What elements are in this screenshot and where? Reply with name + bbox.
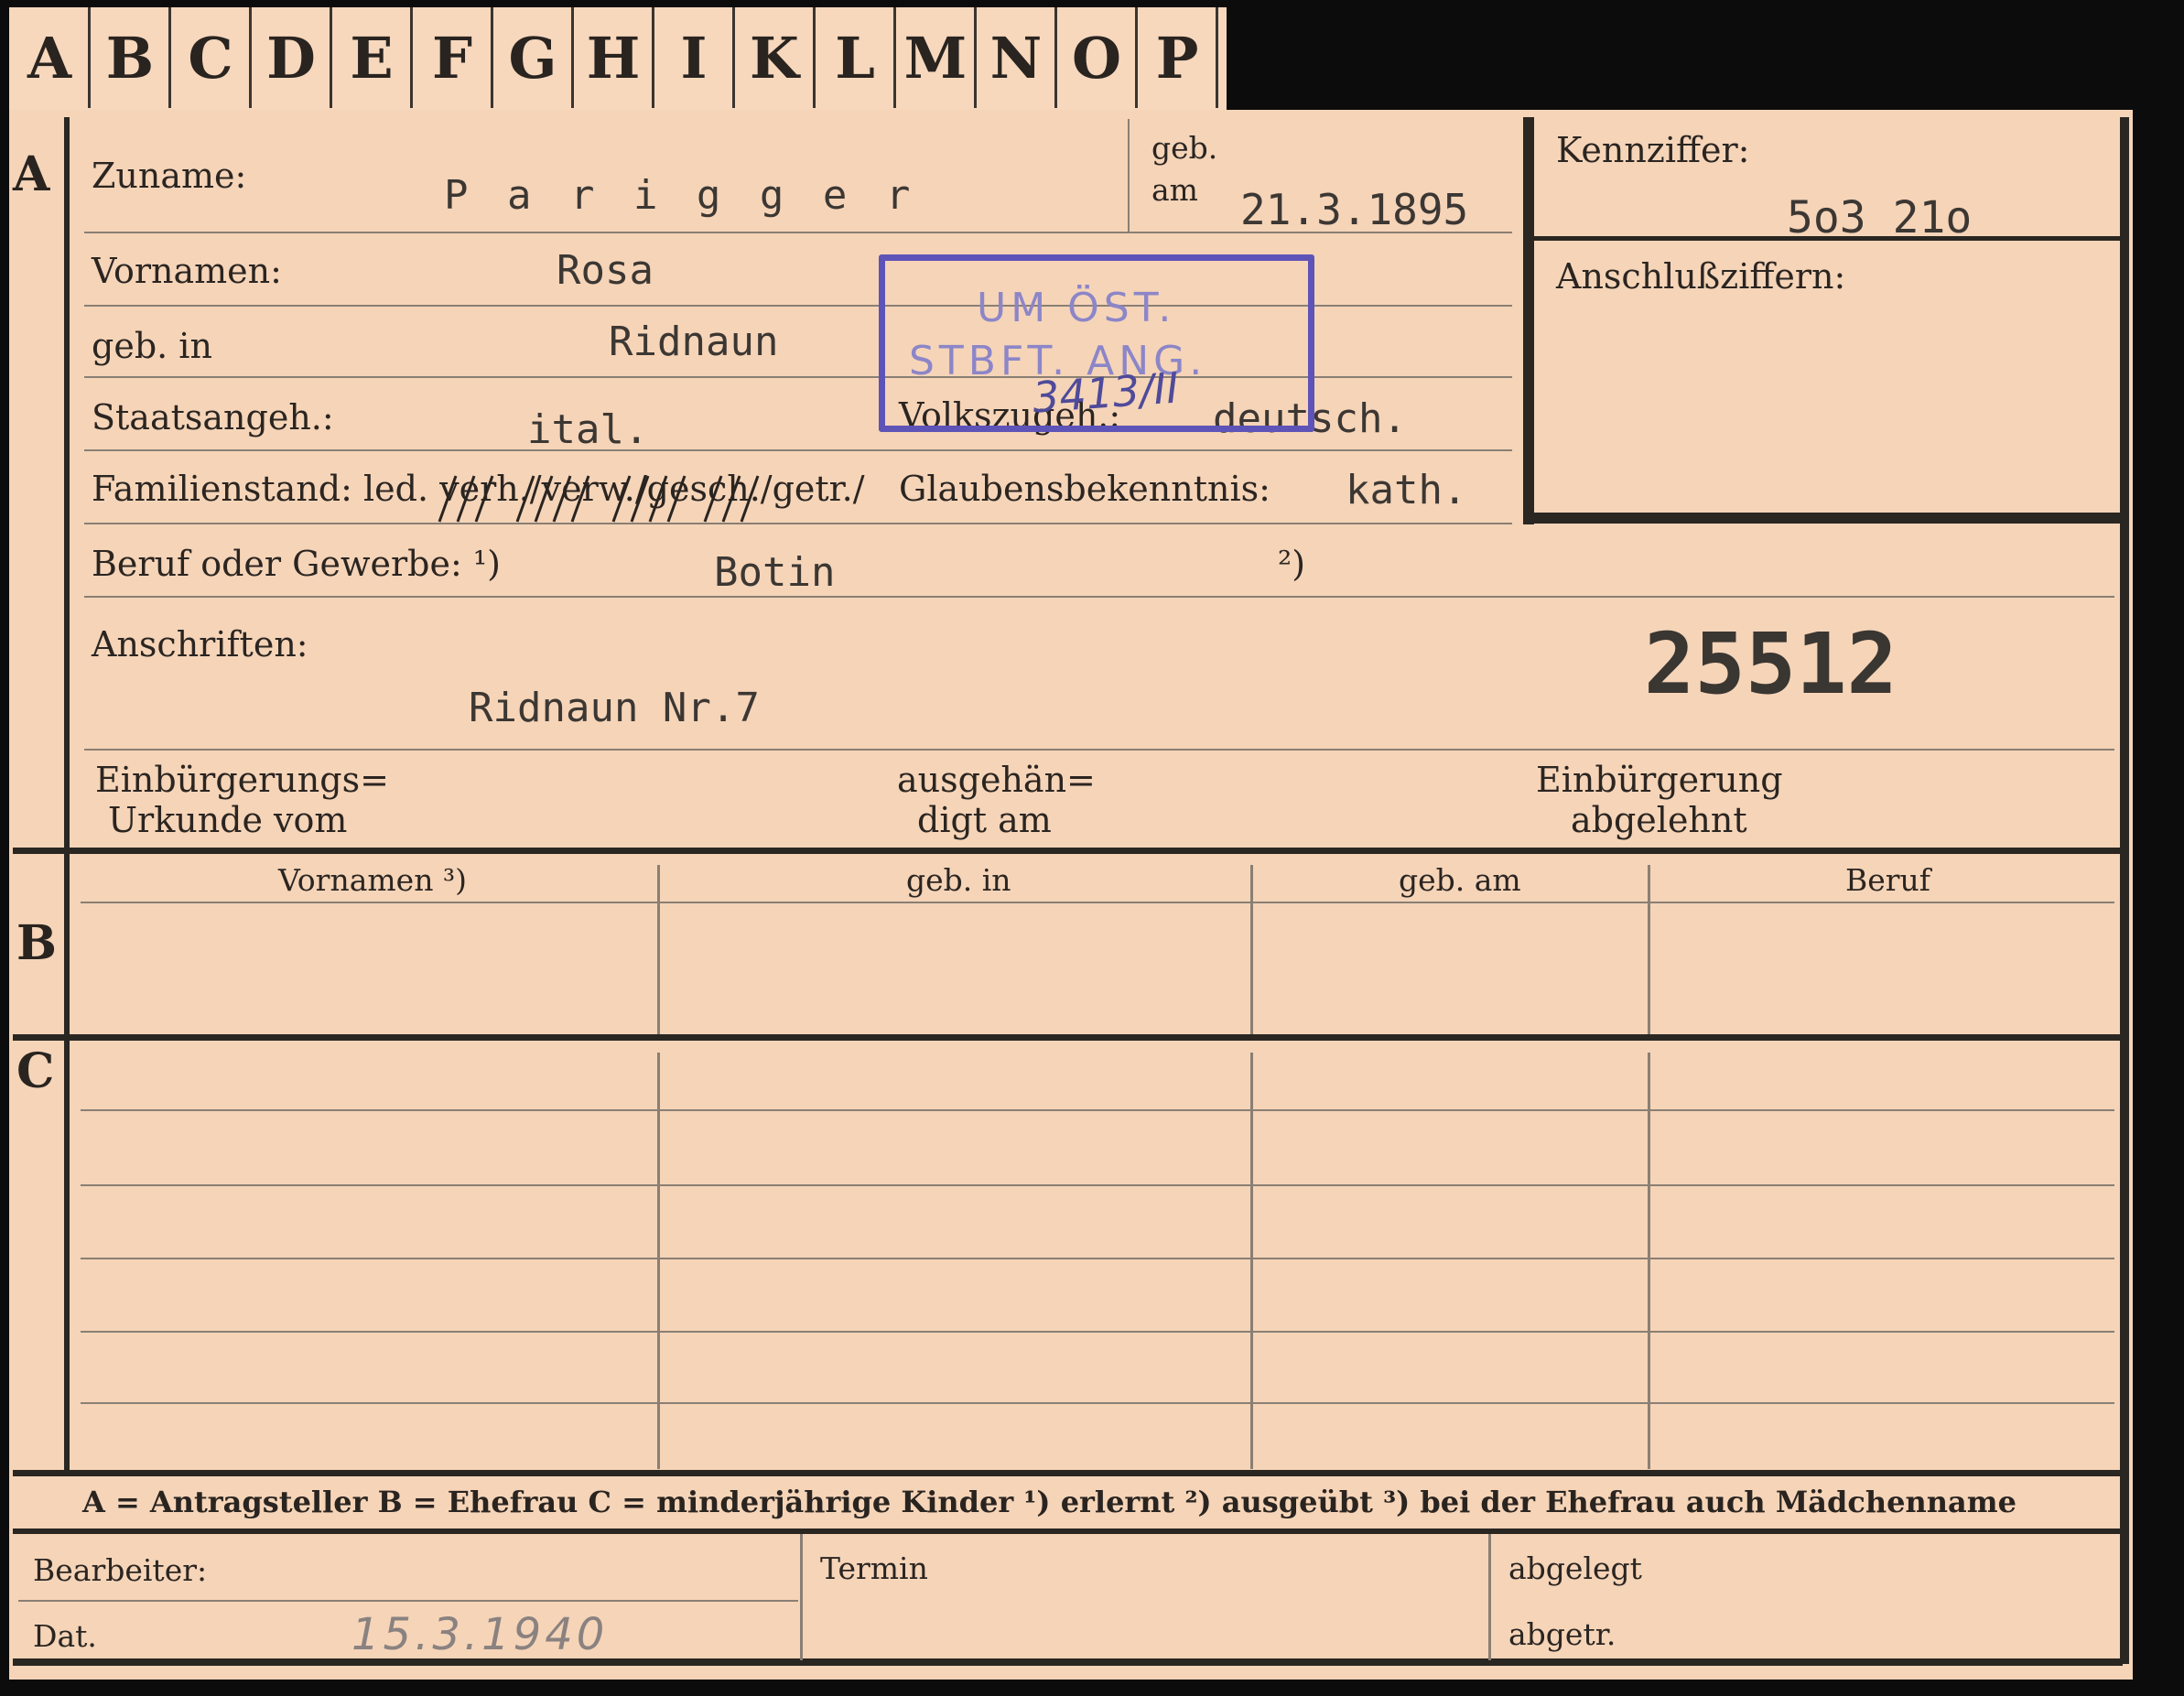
handed-over-label-2: digt am (917, 800, 1052, 840)
removed-label: abgetr. (1508, 1616, 1616, 1652)
birth-am-label: am (1151, 172, 1198, 208)
surname-label: Zuname: (92, 156, 247, 196)
section-c-marker: C (16, 1043, 55, 1099)
occupation-label: Beruf oder Gewerbe: ¹) (92, 544, 501, 584)
rule (657, 865, 660, 1034)
first-names-value: Rosa (557, 247, 654, 294)
left-margin-rule (64, 117, 70, 1472)
tab-h[interactable]: H (575, 7, 654, 108)
rule (81, 1184, 2114, 1186)
section-b-marker: B (16, 915, 57, 971)
address-value: Ridnaun Nr.7 (469, 685, 760, 731)
date-value: 15.3.1940 (351, 1609, 609, 1660)
tab-f[interactable]: F (414, 7, 493, 108)
stamp-annotation: 3413/II (1031, 362, 1181, 423)
tab-l[interactable]: L (816, 7, 896, 108)
tab-b[interactable]: B (92, 7, 171, 108)
addresses-label: Anschriften: (92, 624, 308, 664)
religion-label: Glaubensbekenntnis: (899, 469, 1270, 509)
kennziffer-value: 5o3 21o (1787, 192, 1973, 243)
kennziffer-label: Kennziffer: (1556, 130, 1750, 170)
rule (81, 902, 2114, 903)
naturalization-refused-label-1: Einbürgerung (1536, 760, 1783, 800)
kennziffer-box-left (1523, 117, 1534, 524)
handed-over-label-1: ausgehän= (897, 760, 1096, 800)
rule (18, 1600, 798, 1602)
tab-k[interactable]: K (736, 7, 816, 108)
tab-d[interactable]: D (253, 7, 332, 108)
naturalization-certificate-label-1: Einbürgerungs= (95, 760, 389, 800)
occupation-value: Botin (714, 549, 836, 596)
section-c-bottom-rule (13, 1470, 2123, 1476)
rule (81, 1258, 2114, 1259)
rule (81, 1109, 2114, 1111)
tab-n[interactable]: N (978, 7, 1057, 108)
rule (1250, 1053, 1253, 1469)
file-number: 25512 (1644, 615, 1897, 713)
kennziffer-box-bottom (1523, 513, 2120, 524)
rule (84, 749, 2114, 751)
religion-value: kath. (1346, 467, 1467, 513)
footnote-2-marker: ²) (1278, 544, 1306, 584)
rule (1250, 865, 1253, 1034)
rule (81, 1402, 2114, 1404)
rule (81, 1331, 2114, 1333)
rule (1128, 119, 1130, 232)
legend-bottom-rule (13, 1529, 2123, 1534)
naturalization-refused-label-2: abgelehnt (1571, 800, 1747, 840)
rule (1488, 1534, 1491, 1660)
first-names-label: Vornamen: (92, 251, 282, 291)
tab-a[interactable]: A (11, 7, 91, 108)
birthplace-value: Ridnaun (609, 319, 779, 365)
naturalization-certificate-label-2: Urkunde vom (108, 800, 348, 840)
rule (84, 596, 2114, 598)
stamp-line-1: UM ÖST. (977, 285, 1176, 331)
tab-g[interactable]: G (494, 7, 574, 108)
rule (1648, 1053, 1650, 1469)
tab-p[interactable]: P (1139, 7, 1218, 108)
col-header-birthplace: geb. in (906, 862, 1011, 898)
col-header-birth-date: geb. am (1399, 862, 1521, 898)
rule (657, 1053, 660, 1469)
anschlussziffern-label: Anschlußziffern: (1556, 256, 1846, 297)
section-a-marker: A (13, 146, 50, 202)
legend: A = Antragsteller B = Ehefrau C = minder… (82, 1485, 2016, 1519)
tab-i[interactable]: I (655, 7, 735, 108)
filed-label: abgelegt (1508, 1550, 1642, 1586)
tab-e[interactable]: E (333, 7, 413, 108)
right-edge-rule (2120, 117, 2129, 1664)
section-a-bottom-rule (13, 848, 2123, 854)
rule (84, 449, 1512, 451)
rule (800, 1534, 803, 1660)
strike-marks (438, 475, 760, 523)
tab-m[interactable]: M (897, 7, 977, 108)
col-header-occupation: Beruf (1845, 862, 1931, 898)
editor-label: Bearbeiter: (33, 1552, 208, 1588)
citizenship-label: Staatsangeh.: (92, 397, 334, 438)
due-date-label: Termin (820, 1550, 928, 1586)
tab-c[interactable]: C (172, 7, 252, 108)
section-b-bottom-rule (13, 1034, 2123, 1041)
tab-o[interactable]: O (1058, 7, 1138, 108)
birth-label: geb. (1151, 130, 1218, 166)
card-bottom-rule (13, 1658, 2123, 1666)
citizenship-value: ital. (527, 406, 649, 453)
birthplace-label: geb. in (92, 326, 212, 366)
rule (1648, 865, 1650, 1034)
col-header-first-names: Vornamen ³) (278, 862, 468, 898)
surname-value: P a r i g g e r (444, 172, 918, 219)
date-label: Dat. (33, 1618, 97, 1654)
birth-date-value: 21.3.1895 (1240, 185, 1469, 234)
